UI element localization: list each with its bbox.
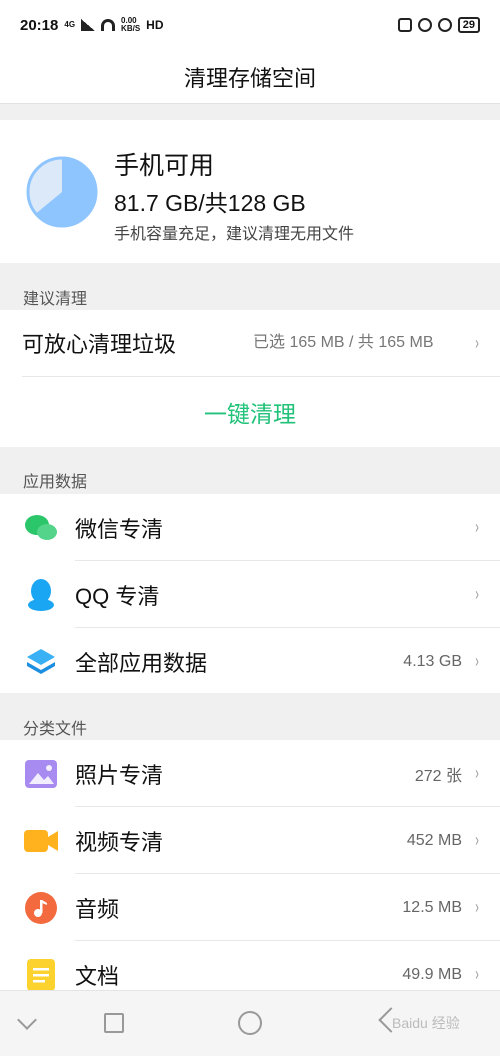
files-block: 照片专清 272 张 › 视频专清 452 MB › 音频 12.5 MB › … <box>0 740 500 992</box>
storage-card: 手机可用 81.7 GB/共128 GB 手机容量充足，建议清理无用文件 <box>0 120 500 263</box>
chevron-right-icon: › <box>475 332 479 353</box>
chevron-right-icon: › <box>475 964 479 984</box>
watermark: Baidu 经验 <box>392 1015 460 1031</box>
section-suggested: 建议清理 <box>23 291 88 308</box>
vibrate-icon <box>397 18 412 32</box>
file-category-row[interactable]: 音频 12.5 MB › <box>0 874 500 941</box>
qq-icon <box>24 578 58 612</box>
video-icon <box>24 824 58 858</box>
file-category-label: 照片专清 <box>75 762 164 788</box>
document-icon <box>24 958 58 992</box>
one-key-clean-label: 一键清理 <box>204 400 296 427</box>
title-bar: 清理存储空间 <box>0 50 500 104</box>
app-data-label: QQ 专清 <box>75 583 160 609</box>
network-speed: 0.00 KB/S <box>121 17 140 33</box>
file-category-value: 452 MB <box>406 831 462 849</box>
chevron-right-icon: › <box>475 830 479 850</box>
storage-title: 手机可用 <box>114 152 215 180</box>
network-type: 4G <box>64 20 76 29</box>
file-category-value: 272 张 <box>414 767 462 785</box>
file-category-row[interactable]: 视频专清 452 MB › <box>0 807 500 874</box>
app-data-label: 全部应用数据 <box>75 650 208 676</box>
status-bar: 20:18 4G 0.00 KB/S HD 29 <box>0 0 500 50</box>
app-data-label: 微信专清 <box>75 516 164 542</box>
wechat-icon <box>24 511 58 545</box>
junk-clean-row[interactable]: 可放心清理垃圾 已选 165 MB / 共 165 MB › <box>0 310 500 376</box>
file-category-label: 视频专清 <box>75 829 164 855</box>
app-data-row[interactable]: 全部应用数据 4.13 GB › <box>0 628 500 695</box>
app-data-value: 4.13 GB <box>403 652 462 670</box>
section-app-data: 应用数据 <box>23 474 88 491</box>
chevron-right-icon: › <box>475 584 479 604</box>
suggested-block: 可放心清理垃圾 已选 165 MB / 共 165 MB › 一键清理 <box>0 310 500 447</box>
app-data-row[interactable]: 微信专清 › <box>0 494 500 561</box>
chevron-right-icon: › <box>475 517 479 537</box>
hd-badge: HD <box>146 18 164 32</box>
chevron-right-icon: › <box>475 763 479 783</box>
section-files: 分类文件 <box>23 721 88 738</box>
recent-apps-icon[interactable] <box>104 1013 124 1033</box>
file-category-row[interactable]: 照片专清 272 张 › <box>0 740 500 807</box>
storage-size: 81.7 GB/共128 GB <box>114 190 306 216</box>
lock-rotation-icon <box>417 18 432 32</box>
app-data-row[interactable]: QQ 专清 › <box>0 561 500 628</box>
navigation-bar: Baidu 经验 <box>0 990 500 1056</box>
chevron-down-icon[interactable] <box>17 1010 37 1030</box>
chevron-right-icon: › <box>475 897 479 917</box>
storage-pie-icon <box>26 156 98 228</box>
photo-icon <box>24 757 58 791</box>
file-category-value: 49.9 MB <box>402 965 462 983</box>
alarm-icon <box>437 18 452 32</box>
page-title: 清理存储空间 <box>183 65 316 91</box>
home-icon[interactable] <box>238 1011 262 1035</box>
file-category-label: 文档 <box>75 963 120 989</box>
layers-icon <box>24 645 58 679</box>
music-icon <box>24 891 58 925</box>
junk-clean-value: 已选 165 MB / 共 165 MB <box>253 334 434 351</box>
app-data-block: 微信专清 › QQ 专清 › 全部应用数据 4.13 GB › <box>0 494 500 693</box>
file-category-value: 12.5 MB <box>402 898 462 916</box>
storage-note: 手机容量充足，建议清理无用文件 <box>114 226 355 243</box>
status-time: 20:18 <box>20 16 59 34</box>
file-category-label: 音频 <box>75 896 120 922</box>
battery-icon: 29 <box>457 17 480 33</box>
one-key-clean-button[interactable]: 一键清理 <box>0 376 500 447</box>
signal-icon <box>81 19 96 31</box>
junk-clean-label: 可放心清理垃圾 <box>22 332 177 357</box>
wifi-icon <box>101 19 116 31</box>
speed-unit: KB/S <box>121 24 141 33</box>
chevron-right-icon: › <box>475 651 479 671</box>
